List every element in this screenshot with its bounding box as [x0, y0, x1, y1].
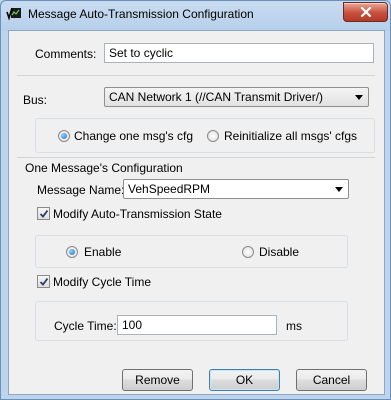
remove-button[interactable]: Remove [122, 369, 193, 391]
checkmark-icon [39, 209, 49, 218]
dialog-window: Message Auto-Transmission Configuration … [0, 0, 391, 400]
disable-label[interactable]: Disable [259, 245, 299, 259]
bus-selected-value: CAN Network 1 (//CAN Transmit Driver/) [109, 90, 324, 104]
message-name-label: Message Name: [37, 183, 125, 197]
close-button[interactable] [343, 2, 388, 22]
state-radio-group [35, 235, 348, 268]
message-name-value: VehSpeedRPM [128, 182, 211, 196]
bus-label: Bus: [23, 93, 48, 107]
enable-label[interactable]: Enable [84, 245, 121, 259]
chevron-down-icon [355, 95, 363, 100]
dialog-body: Comments: Bus: CAN Network 1 (//CAN Tran… [8, 30, 385, 395]
reinitialize-all-radio[interactable] [207, 130, 219, 142]
modify-cycle-checkbox[interactable] [37, 275, 50, 288]
modify-state-label[interactable]: Modify Auto-Transmission State [53, 207, 222, 221]
ok-button[interactable]: OK [209, 369, 280, 391]
reinitialize-all-label[interactable]: Reinitialize all msgs' cfgs [224, 129, 357, 143]
comments-input[interactable] [104, 43, 374, 63]
modify-cycle-label[interactable]: Modify Cycle Time [53, 275, 151, 289]
cycle-time-unit: ms [286, 319, 302, 333]
separator [17, 157, 375, 158]
comments-label: Comments: [35, 47, 97, 61]
separator [17, 75, 375, 76]
disable-radio[interactable] [242, 246, 254, 258]
change-one-label[interactable]: Change one msg's cfg [74, 129, 193, 143]
cycle-time-input[interactable] [117, 315, 277, 335]
chevron-down-icon [335, 187, 343, 192]
change-one-radio[interactable] [58, 130, 70, 142]
vector-chart-icon [6, 6, 22, 22]
bus-dropdown[interactable]: CAN Network 1 (//CAN Transmit Driver/) [104, 87, 369, 107]
modify-state-checkbox[interactable] [37, 207, 50, 220]
checkmark-icon [39, 277, 49, 286]
window-title: Message Auto-Transmission Configuration [28, 7, 254, 21]
enable-radio[interactable] [66, 246, 78, 258]
close-icon [360, 7, 371, 17]
message-name-dropdown[interactable]: VehSpeedRPM [123, 179, 349, 199]
cancel-button[interactable]: Cancel [296, 369, 367, 391]
cycle-time-label: Cycle Time: [54, 319, 117, 333]
one-message-group-title: One Message's Configuration [25, 161, 183, 175]
title-bar[interactable]: Message Auto-Transmission Configuration [1, 1, 390, 29]
